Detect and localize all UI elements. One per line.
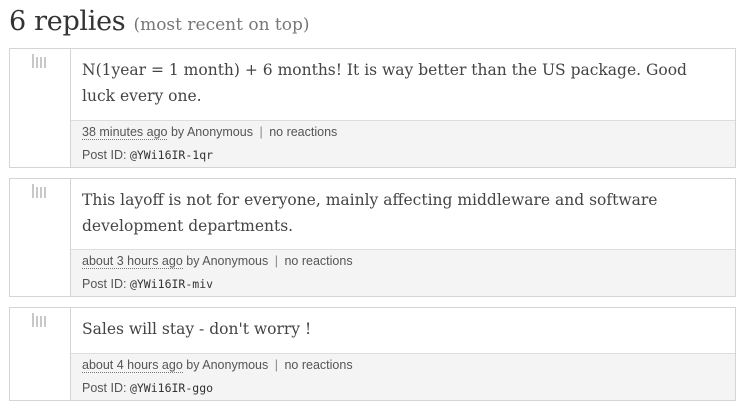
reply-reactions[interactable]: no reactions <box>284 254 352 268</box>
meta-separator: | <box>259 125 263 139</box>
meta-separator: | <box>274 254 278 268</box>
reply-count: 6 replies <box>9 6 126 37</box>
post-id-value: @YWi16IR-miv <box>129 277 214 291</box>
reply-timestamp-link[interactable]: about 4 hours ago <box>82 358 183 373</box>
reply-timestamp-link[interactable]: 38 minutes ago <box>82 125 168 140</box>
replies-heading: 6 replies (most recent on top) <box>9 6 310 37</box>
sort-order-note: (most recent on top) <box>133 15 310 35</box>
reply-content: Sales will stay - don't worry ! about 4 … <box>71 308 735 400</box>
reply-gutter <box>10 49 71 167</box>
reply-meta: about 3 hours ago by Anonymous | no reac… <box>71 249 735 296</box>
post-id-value: @YWi16IR-1qr <box>129 148 214 162</box>
meta-separator: | <box>274 358 278 372</box>
reply-content: N(1year = 1 month) + 6 months! It is way… <box>71 49 735 167</box>
reply-card: This layoff is not for everyone, mainly … <box>9 178 736 297</box>
bars-icon <box>32 54 46 68</box>
reply-author: by Anonymous <box>186 358 269 372</box>
bars-icon <box>32 313 46 327</box>
reply-meta: 38 minutes ago by Anonymous | no reactio… <box>71 120 735 167</box>
reply-text: This layoff is not for everyone, mainly … <box>82 191 658 235</box>
bars-icon <box>32 184 46 198</box>
post-id-label: Post ID: <box>82 148 127 162</box>
post-id-label: Post ID: <box>82 277 127 291</box>
reply-reactions[interactable]: no reactions <box>269 125 337 139</box>
post-id-label: Post ID: <box>82 381 127 395</box>
reply-card: Sales will stay - don't worry ! about 4 … <box>9 307 736 401</box>
reply-content: This layoff is not for everyone, mainly … <box>71 179 735 296</box>
reply-text: Sales will stay - don't worry ! <box>82 320 312 338</box>
reply-gutter <box>10 179 71 296</box>
reply-card: N(1year = 1 month) + 6 months! It is way… <box>9 48 736 168</box>
reply-author: by Anonymous <box>170 125 253 139</box>
reply-gutter <box>10 308 71 400</box>
reply-author: by Anonymous <box>186 254 269 268</box>
reply-meta: about 4 hours ago by Anonymous | no reac… <box>71 353 735 400</box>
post-id-value: @YWi16IR-ggo <box>129 381 214 395</box>
reply-reactions[interactable]: no reactions <box>284 358 352 372</box>
reply-timestamp-link[interactable]: about 3 hours ago <box>82 254 183 269</box>
reply-text: N(1year = 1 month) + 6 months! It is way… <box>82 61 687 105</box>
